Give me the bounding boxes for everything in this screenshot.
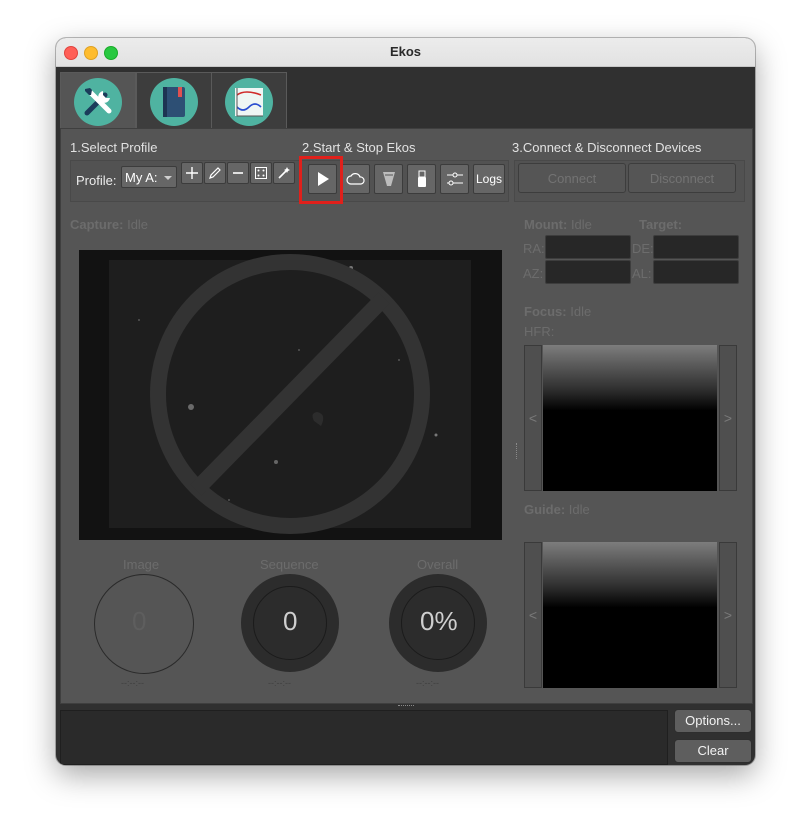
title-bar: Ekos	[56, 38, 755, 67]
image-progress-label: Image	[123, 557, 160, 572]
hfr-label: HFR:	[524, 324, 555, 339]
offline-mode-button[interactable]	[341, 164, 370, 194]
remove-profile-button[interactable]	[227, 162, 249, 184]
splitter-handle[interactable]	[516, 443, 519, 459]
usb-icon	[417, 170, 426, 187]
mount-status: Mount: Idle	[524, 217, 592, 232]
capture-status-value: Idle	[127, 217, 149, 232]
de-label: DE:	[632, 241, 654, 256]
profile-label: Profile:	[76, 173, 117, 188]
profile-wizard-button[interactable]	[273, 162, 295, 184]
driver-options-button[interactable]	[440, 164, 469, 194]
az-field	[545, 260, 631, 284]
edit-profile-button[interactable]	[204, 162, 226, 184]
telescope-icon	[382, 172, 395, 186]
focus-status: Focus: Idle	[524, 304, 591, 319]
guide-status: Guide: Idle	[524, 502, 590, 517]
notebook-icon	[150, 78, 198, 126]
device-manager-button[interactable]	[407, 164, 436, 194]
al-field	[653, 260, 739, 284]
guide-next-button[interactable]: >	[719, 542, 737, 688]
no-image-placeholder	[109, 254, 471, 534]
section-select-profile: 1.Select Profile	[70, 140, 158, 155]
target-label: Target:	[639, 217, 683, 232]
image-progress-time: --:--:--	[121, 678, 144, 688]
focus-next-button[interactable]: >	[719, 345, 737, 491]
wand-icon	[278, 167, 290, 179]
overall-progress-time: --:--:--	[416, 678, 439, 688]
sequence-progress-label: Sequence	[260, 557, 319, 572]
tools-icon	[74, 78, 122, 126]
sequence-progress-time: --:--:--	[268, 678, 291, 688]
ra-label: RA:	[523, 241, 545, 256]
capture-preview	[79, 250, 502, 540]
custom-driver-button[interactable]	[250, 162, 272, 184]
cloud-icon	[345, 173, 365, 185]
al-label: AL:	[632, 266, 652, 281]
guide-frame-view	[543, 542, 717, 688]
disconnect-button[interactable]: Disconnect	[628, 163, 736, 193]
log-splitter-handle[interactable]	[398, 705, 414, 708]
indi-control-panel-button[interactable]	[374, 164, 403, 194]
guide-prev-button[interactable]: <	[524, 542, 542, 688]
highlight-box	[299, 156, 343, 204]
overall-progress-label: Overall	[417, 557, 459, 572]
tab-setup[interactable]	[60, 72, 136, 130]
de-field	[653, 235, 739, 259]
dice-icon	[255, 167, 267, 179]
guide-status-value: Idle	[568, 502, 590, 517]
clear-log-button[interactable]: Clear	[674, 739, 752, 763]
focus-frame-view	[543, 345, 717, 491]
add-profile-button[interactable]	[181, 162, 203, 184]
image-progress-value: 0	[132, 606, 147, 636]
mount-label: Mount:	[524, 217, 568, 232]
edit-icon	[209, 167, 221, 179]
settings-sliders-icon	[446, 172, 463, 186]
az-label: AZ:	[523, 266, 544, 281]
guide-label: Guide:	[524, 502, 566, 517]
focus-label: Focus:	[524, 304, 567, 319]
profile-select[interactable]: My A:	[121, 166, 177, 188]
section-connect: 3.Connect & Disconnect Devices	[512, 140, 702, 155]
remove-icon	[233, 172, 243, 174]
tab-analyze[interactable]	[211, 72, 287, 129]
focus-prev-button[interactable]: <	[524, 345, 542, 491]
profile-select-value: My A:	[125, 170, 158, 185]
window-title: Ekos	[389, 44, 422, 59]
setup-panel: 1.Select Profile 2.Start & Stop Ekos 3.C…	[60, 128, 753, 704]
mount-status-value: Idle	[570, 217, 592, 232]
focus-status-value: Idle	[570, 304, 592, 319]
ekos-window: Ekos 1.Select Profile 2.Start & Stop Eko…	[56, 38, 755, 765]
log-area[interactable]	[60, 710, 668, 765]
ra-field	[545, 235, 631, 259]
tab-notebook[interactable]	[136, 72, 212, 129]
analyze-chart-icon	[225, 78, 273, 126]
sequence-progress-value: 0	[283, 606, 298, 636]
options-button[interactable]: Options...	[674, 709, 752, 733]
chevron-down-icon	[164, 176, 172, 180]
section-start-stop: 2.Start & Stop Ekos	[302, 140, 416, 155]
add-icon	[186, 167, 198, 179]
capture-label: Capture:	[70, 217, 124, 232]
logs-button[interactable]: Logs	[473, 164, 505, 194]
overall-progress-value: 0%	[420, 606, 458, 636]
connect-button[interactable]: Connect	[518, 163, 626, 193]
capture-status: Capture: Idle	[70, 217, 148, 232]
